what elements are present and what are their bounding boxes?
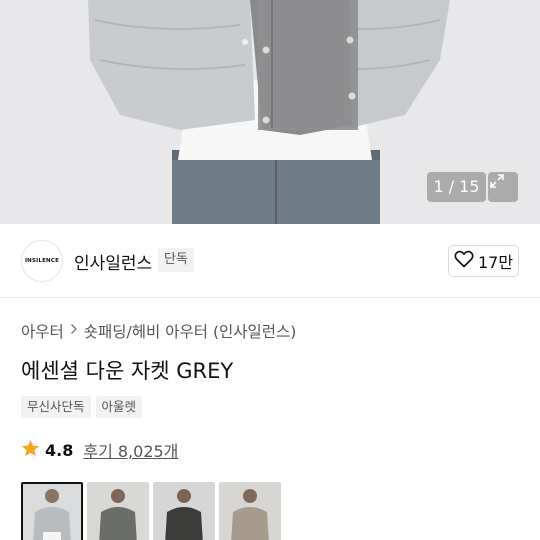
- review-count-link[interactable]: 후기 8,025개: [83, 438, 178, 462]
- like-button[interactable]: 17만: [448, 245, 519, 277]
- thumbnail-charcoal[interactable]: [87, 482, 149, 540]
- brand-name[interactable]: 인사일런스: [74, 249, 152, 274]
- thumbnail-black[interactable]: [153, 482, 215, 540]
- thumbnail-beige[interactable]: [219, 482, 281, 540]
- thumbnail-grey[interactable]: [21, 482, 83, 540]
- rating: 4.8 후기 8,025개: [21, 438, 178, 462]
- brand-logo-text: INSILENCE: [24, 258, 60, 264]
- expand-button[interactable]: [488, 172, 518, 202]
- thumbnail-strip: [21, 482, 281, 540]
- brand-logo[interactable]: INSILENCE: [21, 240, 63, 282]
- brand-row: INSILENCE 인사일런스 단독 17만: [0, 224, 540, 298]
- star-icon: [21, 439, 40, 462]
- exclusive-badge: 단독: [158, 248, 194, 272]
- product-title: 에센셜 다운 자켓 GREY: [21, 359, 234, 383]
- image-counter: 1 / 15: [427, 172, 486, 202]
- product-tags: 무신사단독 아울렛: [21, 396, 143, 418]
- chevron-right-icon: [70, 323, 78, 339]
- tag-musinsa-exclusive: 무신사단독: [21, 396, 91, 418]
- breadcrumb-item-outer[interactable]: 아우터: [21, 320, 64, 342]
- tag-outlet: 아울렛: [95, 396, 143, 418]
- breadcrumb: 아우터 숏패딩/헤비 아우터 (인사일런스): [21, 320, 296, 342]
- heart-outline-icon: [454, 250, 474, 272]
- product-image[interactable]: 1 / 15: [0, 0, 540, 224]
- rating-value: 4.8: [45, 440, 74, 460]
- like-count: 17만: [477, 253, 514, 272]
- breadcrumb-item-category[interactable]: 숏패딩/헤비 아우터 (인사일런스): [84, 320, 297, 342]
